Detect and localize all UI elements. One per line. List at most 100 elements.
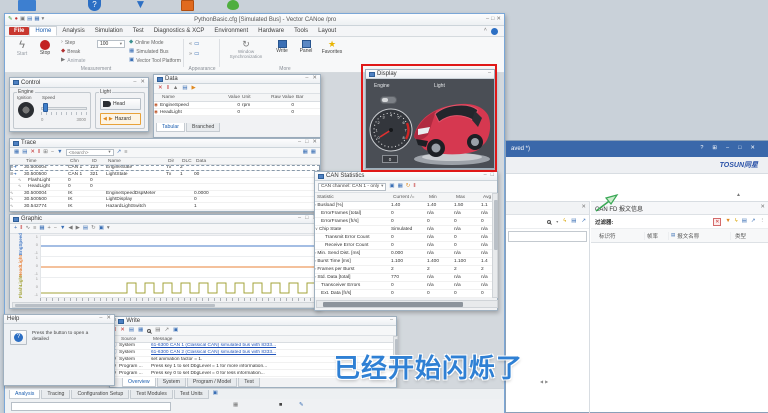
copy-icon[interactable]: ▤ — [571, 219, 576, 225]
export-icon[interactable]: ↗ — [581, 219, 586, 225]
more-icon[interactable]: ⋮ — [760, 219, 766, 225]
expander-icon[interactable]: › — [315, 267, 316, 272]
col-unit[interactable]: Unit — [242, 95, 260, 100]
clear-icon[interactable]: ✕ — [120, 328, 125, 334]
reset-icon[interactable]: ↻ — [406, 184, 411, 190]
stat-row[interactable]: ErrorFrames [fr/s]0000 — [315, 218, 492, 226]
minimize-button[interactable]: – — [298, 216, 301, 222]
stats-hscrollbar[interactable] — [316, 300, 498, 308]
status-search-input[interactable] — [11, 402, 171, 411]
folder-icon[interactable]: ▣ — [173, 328, 178, 334]
chart-icon[interactable]: ▦ — [398, 184, 403, 190]
col-message[interactable]: Message — [153, 337, 396, 342]
copy-icon[interactable]: ▤ — [742, 219, 747, 225]
goto-icon[interactable]: ↗ — [165, 328, 170, 334]
stat-row[interactable]: ›Min. Send Dist. [ms]0.000n/an/an/a — [315, 250, 492, 258]
tab-environment[interactable]: Environment — [209, 27, 253, 35]
channel-selector[interactable]: CAN channel: CAN 1 - only ▾ — [318, 183, 386, 191]
minimize-button[interactable]: – — [486, 17, 489, 23]
col-name[interactable]: Name — [108, 159, 168, 164]
animation-factor-select[interactable]: 100 ▾ — [97, 40, 125, 48]
close-button[interactable]: ✕ — [750, 146, 755, 152]
expander-icon[interactable]: › — [315, 203, 316, 208]
search-icon[interactable] — [547, 220, 551, 224]
stat-row[interactable]: Receive Error Count0n/a0n/a — [315, 242, 492, 250]
add-tab-icon[interactable]: ▣ — [213, 391, 218, 397]
light-toggle-switch[interactable] — [380, 96, 397, 104]
favorites-button[interactable]: ★ Favorites — [319, 40, 345, 55]
grid-icon[interactable]: ▦ — [34, 17, 39, 23]
tab-branched[interactable]: Branched — [186, 123, 220, 132]
cursor-icon[interactable]: ▦ — [39, 226, 44, 232]
maximize-button[interactable]: □ — [738, 146, 741, 152]
stop-status-icon[interactable]: ■ — [279, 403, 282, 409]
filter-icon[interactable]: ▼ — [57, 150, 62, 156]
pan-left-icon[interactable]: ◀ — [68, 226, 72, 232]
stat-row[interactable]: ›Busload [%]1.401.401.501.1 — [315, 202, 492, 210]
col-value[interactable]: Value — [216, 95, 242, 100]
tab-overview[interactable]: Overview — [122, 378, 156, 387]
stat-row[interactable]: ›Burst Time [ms]1.1001.4001.1001.4 — [315, 258, 492, 266]
close-pane-button[interactable]: ✕ — [760, 205, 765, 211]
graphic-hscrollbar[interactable] — [12, 302, 318, 308]
minimize-button[interactable]: – — [726, 146, 729, 152]
ribbon-help-icon[interactable] — [491, 28, 498, 35]
col-source[interactable]: Source — [121, 337, 153, 342]
pin-button[interactable]: ⊞ — [712, 146, 717, 152]
tab-analysis[interactable]: Analysis — [57, 27, 89, 35]
zoom-out-icon[interactable]: − — [54, 226, 57, 232]
collapse-all-icon[interactable]: − — [51, 150, 54, 156]
quickaccess-dropdown-icon[interactable]: ▾ — [42, 17, 45, 23]
legend-icon[interactable]: ▣ — [99, 226, 104, 232]
pause-icon[interactable]: ‖ — [167, 86, 169, 92]
columns-icon[interactable]: ▦ — [138, 328, 143, 334]
collapse-expander-icon[interactable]: ∨ — [315, 227, 318, 232]
tab-simulation[interactable]: Simulation — [90, 27, 128, 35]
expander-icon[interactable]: › — [315, 259, 316, 264]
wave-icon[interactable]: ∿ — [26, 226, 31, 232]
col-time[interactable]: Time — [26, 159, 70, 164]
tab-test[interactable]: Test — [238, 378, 260, 387]
col-avg[interactable]: Avg — [483, 195, 492, 200]
minimize-button[interactable]: – — [99, 316, 102, 322]
link-icon[interactable]: ↗ — [117, 150, 122, 156]
step-button[interactable]: › Step — [61, 40, 75, 46]
tab-file[interactable]: File — [9, 27, 29, 35]
desktop-icon-orange[interactable] — [181, 0, 194, 11]
col-name[interactable]: Name — [154, 95, 216, 100]
minimize-button[interactable]: – — [298, 140, 301, 146]
workspace-tab-test-modules[interactable]: Test Modules — [130, 390, 173, 399]
dock-right-button[interactable]: » ▭ — [189, 52, 199, 58]
copy-icon[interactable]: ▤ — [155, 328, 160, 334]
plot-area[interactable] — [40, 235, 316, 298]
export-icon[interactable]: ▤ — [182, 86, 187, 92]
signal-label-flashlight[interactable]: FlashLight — [18, 275, 23, 298]
tab-system[interactable]: System — [157, 378, 186, 387]
desktop-icon-green[interactable] — [227, 0, 239, 10]
tab-hardware[interactable]: Hardware — [253, 27, 289, 35]
col-chn[interactable]: Chn — [70, 159, 92, 164]
trace-search-combo[interactable]: <Search> ▾ — [66, 149, 114, 156]
record-icon[interactable]: ● — [15, 17, 18, 23]
expand-all-icon[interactable]: ⊞ — [43, 150, 48, 156]
pause-icon[interactable]: ‖ — [38, 150, 40, 156]
lightning-icon[interactable]: ϟ — [563, 219, 566, 225]
options-icon[interactable]: ▾ — [107, 226, 110, 232]
stats-vscrollbar[interactable] — [492, 193, 498, 298]
signal-label-engspeed[interactable]: EngSpeed — [18, 233, 23, 255]
export-icon[interactable]: ↗ — [751, 219, 756, 225]
vector-tool-platform-button[interactable]: ▣ Vector Tool Platform — [129, 58, 181, 64]
maximize-button[interactable]: □ — [491, 173, 494, 179]
maximize-button[interactable]: □ — [491, 17, 494, 23]
close-button[interactable]: ✕ — [312, 140, 317, 146]
col-statistic[interactable]: Statistic — [317, 195, 393, 200]
maximize-button[interactable]: □ — [305, 216, 308, 222]
simulated-bus-button[interactable]: ▦ Simulated Bus — [129, 49, 168, 55]
car-3d-model[interactable] — [408, 87, 494, 167]
start-button[interactable]: ϟ Start — [13, 40, 31, 57]
maximize-button[interactable]: □ — [305, 140, 308, 146]
col-type[interactable]: 类型 — [731, 232, 768, 240]
undo-icon[interactable]: ↻ — [91, 226, 96, 232]
pause-icon[interactable]: ‖ — [20, 226, 22, 232]
stat-row[interactable]: Ext. Data [fr/s]0000 — [315, 290, 492, 298]
